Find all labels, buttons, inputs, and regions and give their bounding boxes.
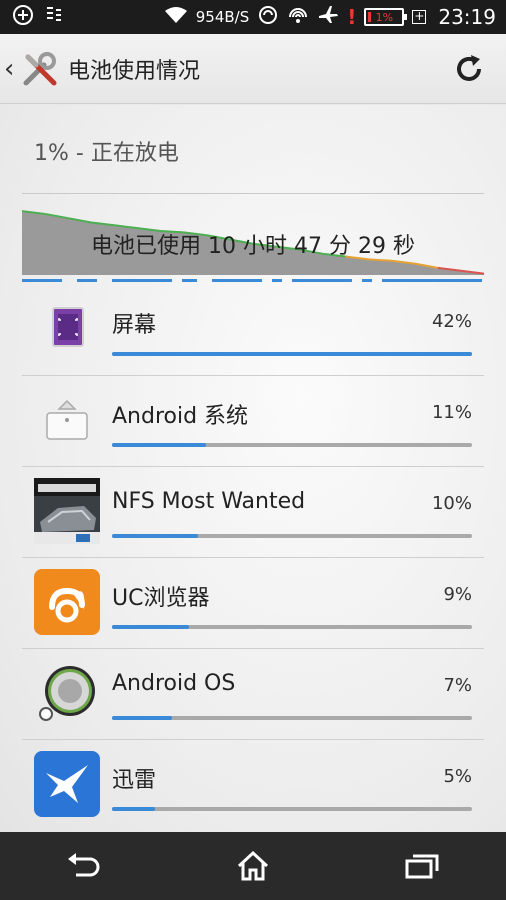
battery-level: 1% [375,10,394,24]
action-bar: ‹ 电池使用情况 [0,34,506,104]
status-bar-left [0,4,64,30]
item-percent: 7% [443,675,472,696]
item-name: Android 系统 [112,404,249,429]
item-percent: 9% [443,584,472,605]
list-item[interactable]: 迅雷 5% [22,740,484,831]
xunlei-icon [34,751,100,817]
activity-segment [362,279,372,282]
usage-bar-track [112,352,472,356]
battery-usage-content: 1% - 正在放电 电池已使用 10 小时 47 分 29 秒 屏幕 42% A… [0,105,506,832]
divider [22,193,484,194]
uc-browser-icon [34,569,100,635]
settings-tools-icon[interactable] [20,49,60,89]
activity-segment [112,279,172,282]
item-name: NFS Most Wanted [112,489,306,514]
battery-history-chart[interactable]: 电池已使用 10 小时 47 分 29 秒 [21,200,485,285]
item-percent: 10% [431,493,472,514]
item-name: UC浏览器 [112,586,210,611]
item-percent: 5% [443,766,472,787]
item-name: Android OS [112,671,236,696]
usage-bar [112,807,155,811]
usb-debug-icon [44,5,64,29]
usage-bar-track [112,716,472,720]
add-circle-icon [12,4,34,30]
navigation-bar [0,832,506,900]
usage-bar-track [112,807,472,811]
usage-bar-track [112,625,472,629]
charge-plus-icon: + [412,9,427,24]
usage-bar-track [112,534,472,538]
android-system-icon [34,387,100,453]
wifi-icon [164,6,188,28]
nfs-most-wanted-icon [34,478,100,544]
activity-segment [292,279,352,282]
network-speed: 954B/S [195,8,250,26]
battery-duration-label: 电池已使用 10 小时 47 分 29 秒 [91,234,415,259]
back-icon[interactable] [54,841,114,891]
usage-bar [112,352,472,356]
android-os-icon [34,660,100,726]
usage-bar [112,534,198,538]
activity-segment [22,279,62,282]
usage-bar [112,716,172,720]
item-name: 迅雷 [112,768,157,793]
activity-segment [212,279,262,282]
status-bar: 954B/S ! 1% + 23:19 [0,0,506,34]
list-item[interactable]: Android 系统 11% [22,376,484,467]
activity-segment [382,279,482,282]
list-item[interactable]: 屏幕 42% [22,285,484,376]
page-title: 电池使用情况 [68,58,201,84]
activity-segment [272,279,282,282]
refresh-icon[interactable] [452,52,486,86]
status-bar-right: 954B/S ! 1% + 23:19 [164,4,506,30]
list-item[interactable]: UC浏览器 9% [22,558,484,649]
battery-status-text: 1% - 正在放电 [34,141,179,166]
battery-warning-icon: ! [347,5,357,29]
airplane-icon [317,4,339,30]
activity-segment [77,279,97,282]
item-percent: 11% [431,402,472,423]
usage-list: 屏幕 42% Android 系统 11% NFS Most Wanted 10… [22,285,484,831]
item-percent: 42% [431,311,472,332]
battery-icon: 1% [364,8,408,26]
activity-segment [182,279,197,282]
recent-apps-icon[interactable] [392,841,452,891]
sync-icon [257,4,279,30]
back-chevron-icon[interactable]: ‹ [4,54,18,84]
hotspot-icon [287,5,309,29]
list-item[interactable]: Android OS 7% [22,649,484,740]
screen-icon [34,296,100,362]
clock: 23:19 [438,5,496,29]
usage-bar [112,443,207,447]
usage-bar [112,625,190,629]
item-name: 屏幕 [112,313,157,338]
usage-bar-track [112,443,472,447]
list-item[interactable]: NFS Most Wanted 10% [22,467,484,558]
home-icon[interactable] [223,841,283,891]
